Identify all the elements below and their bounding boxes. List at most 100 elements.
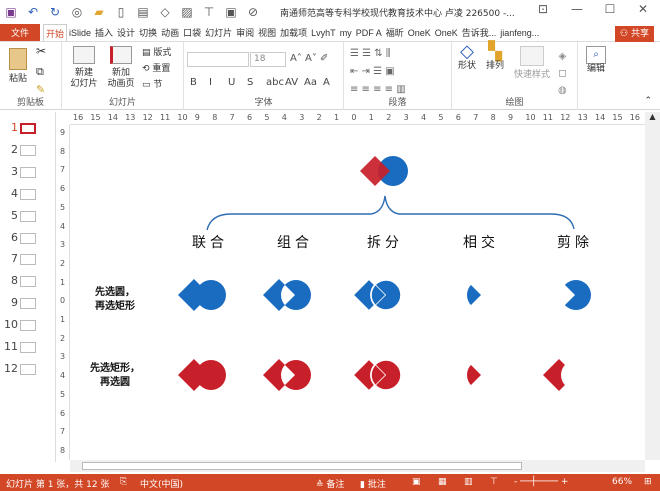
undo-icon[interactable]: ↶ xyxy=(22,5,44,19)
slide-thumbnail[interactable]: 3 xyxy=(0,164,56,182)
zoom-slider[interactable]: - ──┼──── + xyxy=(514,477,568,487)
tab-13[interactable]: my xyxy=(338,24,354,42)
minimize-icon[interactable]: — xyxy=(562,2,592,16)
shape-button[interactable]: ◇ 形状 xyxy=(454,43,480,72)
fill-outline-effect-icons[interactable]: ◈ ◻ ◍ xyxy=(558,48,567,99)
merged-shape-2[interactable] xyxy=(351,277,402,313)
shape-icon[interactable]: ◇ xyxy=(154,5,176,19)
new-icon[interactable]: ▯ xyxy=(110,5,132,19)
merged-shape-1[interactable] xyxy=(263,359,311,391)
vertical-scrollbar[interactable]: ▲ xyxy=(645,112,660,460)
merged-shape-2[interactable] xyxy=(351,357,402,393)
format-button-4[interactable]: abc xyxy=(266,77,284,88)
tab-7[interactable]: 口袋 xyxy=(181,24,203,42)
tab-11[interactable]: 加载项 xyxy=(278,24,309,42)
ribbon-display-icon[interactable]: ⊡ xyxy=(528,2,558,16)
fit-slide-icon[interactable]: ⊞ xyxy=(644,477,652,487)
align-icon[interactable]: ≡ ≡ ≡ ≡ ▥ xyxy=(350,84,406,95)
format-button-2[interactable]: U xyxy=(228,77,235,88)
collapse-ribbon-icon[interactable]: ⌃ xyxy=(644,96,652,107)
new-animation-page-button[interactable]: 新加 动画页 xyxy=(103,46,139,90)
tab-2[interactable]: iSlide xyxy=(67,24,93,42)
merged-shape-4[interactable] xyxy=(561,280,591,310)
tab-10[interactable]: 视图 xyxy=(256,24,278,42)
tab-15[interactable]: 福昕 xyxy=(384,24,406,42)
screenshot-icon[interactable]: ▣ xyxy=(220,5,242,19)
editing-button[interactable]: ⌕ 编辑 xyxy=(584,46,608,75)
redo-icon[interactable]: ↻ xyxy=(44,5,66,19)
indent-icon[interactable]: ⇤ ⇥ ☰ ▣ xyxy=(350,66,395,77)
tab-3[interactable]: 插入 xyxy=(93,24,115,42)
slide-thumbnail[interactable]: 8 xyxy=(0,273,56,291)
slide-thumbnail[interactable]: 9 xyxy=(0,295,56,313)
format-button-7[interactable]: A xyxy=(323,77,330,88)
slide-thumbnail[interactable]: 10 xyxy=(0,317,56,335)
normal-view-icon[interactable]: ▣ xyxy=(412,477,421,487)
slide-thumbnail[interactable]: 2 xyxy=(0,142,56,160)
tab-0[interactable]: 文件 xyxy=(0,24,40,42)
tab-14[interactable]: PDF A xyxy=(354,24,384,42)
format-painter-icon[interactable]: ✎ xyxy=(36,84,45,95)
merged-shape-4[interactable] xyxy=(543,359,575,391)
font-name-field[interactable] xyxy=(187,52,249,67)
section-button[interactable]: ▭ 节 xyxy=(142,80,162,91)
slide-thumbnail[interactable]: 12 xyxy=(0,361,56,379)
format-button-0[interactable]: B xyxy=(190,77,197,88)
reset-button[interactable]: ⟲ 重置 xyxy=(142,64,170,75)
share-button[interactable]: ⚇ 共享 xyxy=(615,26,654,42)
zoom-level[interactable]: 66% xyxy=(612,477,632,487)
merged-shape-0[interactable] xyxy=(178,279,226,311)
merged-shape-3[interactable] xyxy=(467,360,497,390)
tab-16[interactable]: OneK xyxy=(406,24,433,42)
tab-12[interactable]: LvyhT xyxy=(309,24,338,42)
slide-thumbnail[interactable]: 7 xyxy=(0,251,56,269)
tab-17[interactable]: OneK xyxy=(433,24,460,42)
new-slide-button[interactable]: 新建 幻灯片 xyxy=(66,46,102,90)
comments-button[interactable]: ▮ 批注 xyxy=(360,477,386,490)
format-button-1[interactable]: I xyxy=(209,77,212,88)
spellcheck-icon[interactable]: ⎘ xyxy=(120,477,127,487)
cut-icon[interactable]: ✂ xyxy=(36,45,46,57)
slide-thumbnail[interactable]: 1 xyxy=(0,120,56,138)
tab-4[interactable]: 设计 xyxy=(115,24,137,42)
merged-shape-0[interactable] xyxy=(178,359,226,391)
scroll-up-icon[interactable]: ▲ xyxy=(645,112,660,121)
slideshow-icon[interactable]: ◎ xyxy=(66,5,88,19)
merged-shape-3[interactable] xyxy=(467,280,497,310)
quick-styles-button[interactable]: 快速样式 xyxy=(510,46,554,81)
source-shapes[interactable] xyxy=(360,156,408,186)
format-button-5[interactable]: AV xyxy=(285,77,298,88)
tab-8[interactable]: 幻灯片 xyxy=(203,24,234,42)
save-icon[interactable]: ▣ xyxy=(0,5,22,19)
tab-1[interactable]: 开始 xyxy=(43,23,68,43)
slide-thumbnail[interactable]: 5 xyxy=(0,208,56,226)
maximize-icon[interactable]: ☐ xyxy=(595,2,625,16)
scroll-thumb[interactable] xyxy=(82,462,522,470)
copy-icon[interactable]: ⧉ xyxy=(36,66,44,77)
tab-6[interactable]: 动画 xyxy=(159,24,181,42)
paste-button[interactable]: 粘贴 xyxy=(6,48,30,85)
slide-thumbnail[interactable]: 4 xyxy=(0,186,56,204)
slide-canvas[interactable]: 先选圆， 再选矩形 先选矩形， 再选圆 联合 组合 拆分 相交 剪除 xyxy=(71,126,645,457)
bullets-icon[interactable]: ☰ ☰ ⇅ ⫼ xyxy=(350,48,390,59)
close-icon[interactable]: ✕ xyxy=(628,2,658,16)
language[interactable]: 中文(中国) xyxy=(140,477,183,490)
layout-button[interactable]: ▤ 版式 xyxy=(142,48,171,59)
arrange-button[interactable]: ▚ 排列 xyxy=(482,43,508,72)
notes-button[interactable]: ≙ 备注 xyxy=(316,477,344,490)
slideshow-view-icon[interactable]: ⊤ xyxy=(490,477,498,487)
layout-icon[interactable]: ▤ xyxy=(132,5,154,19)
tab-9[interactable]: 审阅 xyxy=(234,24,256,42)
format-button-6[interactable]: Aa xyxy=(304,77,317,88)
slide-thumbnail[interactable]: 11 xyxy=(0,339,56,357)
format-button-3[interactable]: S xyxy=(247,77,253,88)
more-icon[interactable]: ⊘ xyxy=(242,5,264,19)
merged-shape-1[interactable] xyxy=(263,279,311,311)
slide-thumbnail[interactable]: 6 xyxy=(0,230,56,248)
open-icon[interactable]: ▰ xyxy=(88,5,110,19)
presenter-icon[interactable]: ⊤ xyxy=(198,5,220,19)
horizontal-scrollbar[interactable] xyxy=(70,460,645,472)
tab-5[interactable]: 切换 xyxy=(137,24,159,42)
tab-19[interactable]: jianfeng... xyxy=(498,24,541,42)
slide-sorter-icon[interactable]: ▦ xyxy=(438,477,447,487)
